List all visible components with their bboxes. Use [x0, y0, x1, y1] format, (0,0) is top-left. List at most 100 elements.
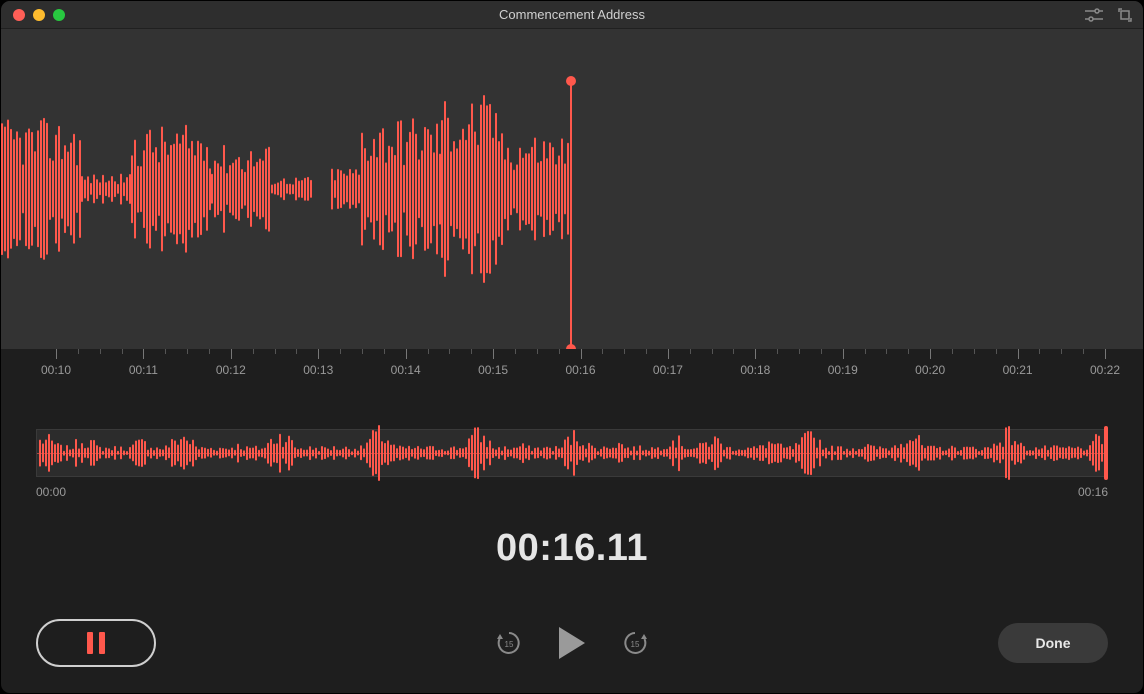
playhead-handle-top[interactable]	[566, 76, 576, 86]
waveform-bar	[206, 147, 208, 231]
overview-bar	[858, 449, 860, 457]
overview-bar	[1038, 449, 1040, 456]
overview-bar	[681, 446, 683, 460]
ruler-tick-minor	[471, 349, 472, 354]
overview-bar	[996, 445, 998, 460]
waveform-bar	[137, 166, 139, 213]
pause-record-button[interactable]	[36, 619, 156, 667]
overview-bar	[483, 435, 485, 470]
waveform-bar	[19, 138, 21, 241]
play-icon	[559, 627, 585, 659]
ruler-tick-minor	[646, 349, 647, 354]
waveform-overview[interactable]	[36, 429, 1108, 477]
overview-bar	[204, 448, 206, 459]
overview-bar	[852, 448, 854, 458]
overview-bar	[174, 440, 176, 465]
waveform-bar	[570, 139, 572, 239]
waveform-bar	[13, 139, 15, 239]
waveform-bar	[211, 174, 213, 204]
overview-bar	[504, 446, 506, 460]
ruler-tick-major	[843, 349, 844, 359]
ruler-tick-minor	[78, 349, 79, 354]
ruler-tick-minor	[886, 349, 887, 354]
overview-bar	[1101, 444, 1103, 462]
close-window-button[interactable]	[13, 9, 25, 21]
overview-bar	[324, 447, 326, 459]
trim-icon[interactable]	[1117, 7, 1133, 23]
overview-bar	[1032, 451, 1034, 456]
waveform-bar	[52, 160, 54, 217]
overview-bar	[453, 446, 455, 459]
waveform-bar	[400, 120, 402, 257]
overview-bar	[183, 437, 185, 470]
waveform-bar	[361, 133, 363, 246]
overview-bar	[864, 447, 866, 460]
overview-bar	[201, 447, 203, 459]
overview-bar	[96, 445, 98, 461]
overview-bar	[903, 447, 905, 459]
overview-bar	[147, 450, 149, 457]
overview-bar	[711, 444, 713, 462]
maximize-window-button[interactable]	[53, 9, 65, 21]
waveform-bar	[531, 147, 533, 231]
ruler-tick-minor	[515, 349, 516, 354]
done-button[interactable]: Done	[998, 623, 1108, 663]
overview-playhead[interactable]	[1104, 426, 1108, 480]
overview-bar	[318, 451, 320, 455]
overview-bar	[417, 446, 419, 460]
waveform-bar	[102, 175, 104, 204]
waveform-bar	[40, 120, 42, 258]
overview-bar	[537, 447, 539, 458]
overview-bar	[60, 445, 62, 462]
overview-bar	[1044, 445, 1046, 460]
ruler-tick-minor	[1083, 349, 1084, 354]
waveform-bar	[149, 130, 151, 249]
overview-bar	[810, 431, 812, 475]
overview-bar	[225, 448, 227, 457]
overview-bar	[828, 451, 830, 455]
waveform-bar	[16, 131, 18, 246]
minimize-window-button[interactable]	[33, 9, 45, 21]
overview-bar	[189, 444, 191, 462]
play-button[interactable]	[559, 627, 585, 659]
overview-bar	[822, 449, 824, 456]
overview-bar	[321, 446, 323, 460]
waveform-bar	[226, 173, 228, 205]
overview-bar	[609, 449, 611, 458]
overview-bar	[456, 450, 458, 456]
waveform-bar	[81, 176, 83, 202]
overview-bar	[309, 446, 311, 460]
overview-bar	[600, 449, 602, 457]
overview-bar	[405, 448, 407, 458]
overview-bar	[798, 444, 800, 461]
waveform-bar	[90, 183, 92, 195]
overview-bar	[327, 449, 329, 458]
overview-bar	[687, 449, 689, 457]
overview-bar	[207, 449, 209, 457]
waveform-bar	[164, 142, 166, 237]
overview-bar	[516, 447, 518, 458]
overview-bar	[906, 443, 908, 462]
waveform-bar	[134, 140, 136, 239]
waveform-bar	[235, 159, 237, 219]
overview-bar	[939, 447, 941, 460]
overview-bar	[402, 447, 404, 460]
overview-bar	[1086, 450, 1088, 457]
skip-back-15-icon[interactable]: 15	[495, 629, 523, 657]
settings-sliders-icon[interactable]	[1085, 8, 1103, 22]
elapsed-time-display: 00:16.11	[1, 527, 1143, 570]
overview-bar	[582, 445, 584, 461]
overview-bar	[264, 448, 266, 459]
waveform-bar	[120, 174, 122, 205]
waveform-bar	[111, 176, 113, 202]
overview-bar	[936, 448, 938, 458]
overview-bar	[957, 451, 959, 455]
overview-bar	[273, 444, 275, 463]
overview-bar	[312, 450, 314, 457]
time-ruler[interactable]: 00:1000:1100:1200:1300:1400:1500:1600:17…	[1, 349, 1143, 389]
waveform-main[interactable]	[1, 29, 1143, 349]
overview-bar	[987, 447, 989, 459]
svg-text:15: 15	[505, 640, 514, 649]
skip-forward-15-icon[interactable]: 15	[621, 629, 649, 657]
overview-bar	[978, 451, 980, 455]
